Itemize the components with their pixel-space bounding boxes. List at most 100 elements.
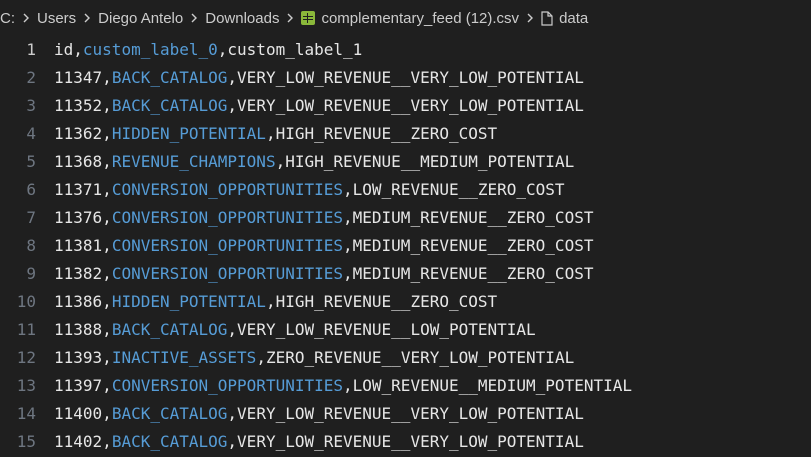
csv-column-label-1: MEDIUM_REVENUE__ZERO_COST xyxy=(352,208,594,227)
csv-column-id: 11400 xyxy=(54,404,103,423)
csv-separator: , xyxy=(227,96,238,115)
csv-separator: , xyxy=(275,152,286,171)
csv-separator: , xyxy=(102,320,112,339)
breadcrumb-symbol[interactable]: data xyxy=(541,10,588,27)
csv-separator: , xyxy=(227,68,238,87)
code-line[interactable]: 12 11393,INACTIVE_ASSETS,ZERO_REVENUE__V… xyxy=(0,344,811,372)
csv-column-id: 11386 xyxy=(54,292,103,311)
csv-column-label-0: INACTIVE_ASSETS xyxy=(111,348,257,367)
line-content[interactable]: 11376,CONVERSION_OPPORTUNITIES,MEDIUM_RE… xyxy=(54,204,593,232)
csv-separator: , xyxy=(102,124,112,143)
breadcrumb-drive[interactable]: C: xyxy=(0,10,15,27)
line-number: 4 xyxy=(26,124,36,143)
line-number: 11 xyxy=(16,320,36,339)
line-number: 14 xyxy=(16,404,36,423)
line-content[interactable]: 11362,HIDDEN_POTENTIAL,HIGH_REVENUE__ZER… xyxy=(54,120,497,148)
chevron-right-icon xyxy=(525,12,535,24)
code-line[interactable]: 9 11382,CONVERSION_OPPORTUNITIES,MEDIUM_… xyxy=(0,260,811,288)
code-line[interactable]: 15 11402,BACK_CATALOG,VERY_LOW_REVENUE__… xyxy=(0,428,811,456)
breadcrumb-symbol-label: data xyxy=(559,9,589,27)
csv-separator: , xyxy=(102,208,112,227)
line-content[interactable]: 11388,BACK_CATALOG,VERY_LOW_REVENUE__LOW… xyxy=(54,316,536,344)
csv-column-label-0: REVENUE_CHAMPIONS xyxy=(111,152,276,171)
csv-separator: , xyxy=(343,180,353,199)
csv-column-id: 11397 xyxy=(54,376,103,395)
code-line[interactable]: 6 11371,CONVERSION_OPPORTUNITIES,LOW_REV… xyxy=(0,176,811,204)
code-line[interactable]: 4 11362,HIDDEN_POTENTIAL,HIGH_REVENUE__Z… xyxy=(0,120,811,148)
code-line[interactable]: 11 11388,BACK_CATALOG,VERY_LOW_REVENUE__… xyxy=(0,316,811,344)
csv-column-label-0: CONVERSION_OPPORTUNITIES xyxy=(111,208,343,227)
line-content[interactable]: 11381,CONVERSION_OPPORTUNITIES,MEDIUM_RE… xyxy=(54,232,593,260)
line-number: 7 xyxy=(26,208,36,227)
csv-file-icon xyxy=(301,11,316,25)
code-line[interactable]: 8 11381,CONVERSION_OPPORTUNITIES,MEDIUM_… xyxy=(0,232,811,260)
csv-separator: , xyxy=(343,236,353,255)
line-content[interactable]: 11368,REVENUE_CHAMPIONS,HIGH_REVENUE__ME… xyxy=(54,148,574,176)
csv-separator: , xyxy=(102,68,112,87)
csv-column-label-1: MEDIUM_REVENUE__ZERO_COST xyxy=(352,236,594,255)
breadcrumb-file[interactable]: complementary_feed (12).csv xyxy=(301,10,519,27)
code-line[interactable]: 14 11400,BACK_CATALOG,VERY_LOW_REVENUE__… xyxy=(0,400,811,428)
chevron-right-icon xyxy=(189,12,199,24)
csv-column-id: 11368 xyxy=(54,152,103,171)
csv-separator: , xyxy=(102,348,112,367)
csv-separator: , xyxy=(102,292,112,311)
breadcrumb-downloads[interactable]: Downloads xyxy=(205,10,279,27)
code-line[interactable]: 10 11386,HIDDEN_POTENTIAL,HIGH_REVENUE__… xyxy=(0,288,811,316)
csv-column-id: 11347 xyxy=(54,68,103,87)
line-content[interactable]: 11382,CONVERSION_OPPORTUNITIES,MEDIUM_RE… xyxy=(54,260,593,288)
file-symbol-icon xyxy=(541,10,553,26)
csv-column-id: 11362 xyxy=(54,124,103,143)
breadcrumb-user-folder[interactable]: Diego Antelo xyxy=(98,10,183,27)
line-number: 5 xyxy=(26,152,36,171)
line-content[interactable]: 11347,BACK_CATALOG,VERY_LOW_REVENUE__VER… xyxy=(54,64,584,92)
line-number: 10 xyxy=(16,292,36,311)
chevron-right-icon xyxy=(82,12,92,24)
csv-separator: , xyxy=(102,152,112,171)
csv-column-label-1: VERY_LOW_REVENUE__VERY_LOW_POTENTIAL xyxy=(237,96,584,115)
csv-separator: , xyxy=(343,264,353,283)
breadcrumb-users-label: Users xyxy=(37,9,77,27)
line-content[interactable]: 11400,BACK_CATALOG,VERY_LOW_REVENUE__VER… xyxy=(54,400,584,428)
code-line[interactable]: 3 11352,BACK_CATALOG,VERY_LOW_REVENUE__V… xyxy=(0,92,811,120)
csv-separator: , xyxy=(102,96,112,115)
csv-column-id: 11393 xyxy=(54,348,103,367)
line-content[interactable]: id,custom_label_0,custom_label_1 xyxy=(54,36,362,64)
breadcrumb-users[interactable]: Users xyxy=(37,10,76,27)
csv-column-label-1: MEDIUM_REVENUE__ZERO_COST xyxy=(352,264,594,283)
code-line[interactable]: 7 11376,CONVERSION_OPPORTUNITIES,MEDIUM_… xyxy=(0,204,811,232)
csv-separator: , xyxy=(227,320,238,339)
line-content[interactable]: 11393,INACTIVE_ASSETS,ZERO_REVENUE__VERY… xyxy=(54,344,574,372)
csv-column-id: 11388 xyxy=(54,320,103,339)
csv-column-label-0: BACK_CATALOG xyxy=(111,432,228,451)
csv-separator: , xyxy=(227,432,238,451)
chevron-right-icon xyxy=(21,12,31,24)
csv-separator: , xyxy=(102,264,112,283)
line-number: 1 xyxy=(26,40,36,59)
code-line[interactable]: 1 id,custom_label_0,custom_label_1 xyxy=(0,36,811,64)
csv-column-label-0: BACK_CATALOG xyxy=(111,68,228,87)
csv-column-id: 11371 xyxy=(54,180,103,199)
csv-separator: , xyxy=(343,208,353,227)
line-content[interactable]: 11371,CONVERSION_OPPORTUNITIES,LOW_REVEN… xyxy=(54,176,565,204)
line-content[interactable]: 11397,CONVERSION_OPPORTUNITIES,LOW_REVEN… xyxy=(54,372,632,400)
csv-column-label-1: HIGH_REVENUE__MEDIUM_POTENTIAL xyxy=(285,152,575,171)
csv-column-label-0: CONVERSION_OPPORTUNITIES xyxy=(111,180,343,199)
csv-column-label-0: CONVERSION_OPPORTUNITIES xyxy=(111,376,343,395)
code-line[interactable]: 5 11368,REVENUE_CHAMPIONS,HIGH_REVENUE__… xyxy=(0,148,811,176)
csv-column-id: 11382 xyxy=(54,264,103,283)
csv-column-label-1: LOW_REVENUE__ZERO_COST xyxy=(352,180,565,199)
code-line[interactable]: 2 11347,BACK_CATALOG,VERY_LOW_REVENUE__V… xyxy=(0,64,811,92)
line-content[interactable]: 11402,BACK_CATALOG,VERY_LOW_REVENUE__VER… xyxy=(54,428,584,456)
csv-column-label-1: VERY_LOW_REVENUE__VERY_LOW_POTENTIAL xyxy=(237,432,584,451)
line-content[interactable]: 11386,HIDDEN_POTENTIAL,HIGH_REVENUE__ZER… xyxy=(54,288,497,316)
code-line[interactable]: 13 11397,CONVERSION_OPPORTUNITIES,LOW_RE… xyxy=(0,372,811,400)
csv-column-label-0: CONVERSION_OPPORTUNITIES xyxy=(111,264,343,283)
code-editor[interactable]: 1 id,custom_label_0,custom_label_1 2 113… xyxy=(0,36,811,457)
csv-column-label-1: HIGH_REVENUE__ZERO_COST xyxy=(275,292,498,311)
csv-separator: , xyxy=(265,292,276,311)
line-content[interactable]: 11352,BACK_CATALOG,VERY_LOW_REVENUE__VER… xyxy=(54,92,584,120)
line-number: 2 xyxy=(26,68,36,87)
csv-column-label-0: custom_label_0 xyxy=(82,40,218,59)
csv-separator: , xyxy=(102,180,112,199)
